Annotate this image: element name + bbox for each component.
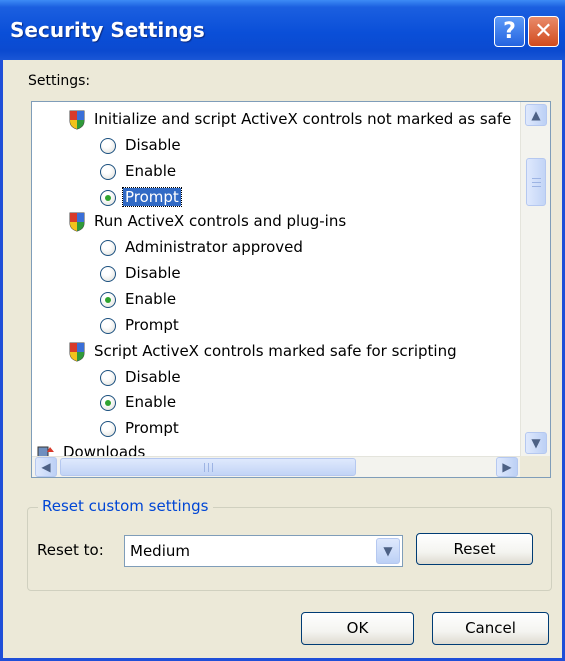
group-label: Script ActiveX controls marked safe for … [94, 342, 457, 360]
option-label-selected: Prompt [122, 187, 182, 207]
settings-list[interactable]: Initialize and script ActiveX controls n… [31, 101, 551, 478]
reset-level-value: Medium [130, 542, 190, 560]
reset-group-title: Reset custom settings [38, 497, 213, 515]
thumb-grip [204, 463, 205, 472]
vertical-scrollbar[interactable]: ▲ ▼ [520, 102, 550, 456]
group-label: Initialize and script ActiveX controls n… [94, 110, 512, 128]
shield-icon [69, 342, 85, 362]
option-label: Prompt [125, 316, 179, 334]
reset-level-dropdown[interactable]: Medium ▼ [124, 535, 403, 567]
scroll-up-button[interactable]: ▲ [525, 104, 547, 126]
group-label: Run ActiveX controls and plug-ins [94, 212, 347, 230]
vertical-scroll-thumb[interactable] [526, 158, 546, 206]
ok-button[interactable]: OK [301, 612, 414, 645]
radio-button[interactable] [100, 164, 116, 180]
option-label: Administrator approved [125, 238, 303, 256]
shield-icon [69, 212, 85, 232]
option-label: Enable [125, 393, 177, 411]
reset-button[interactable]: Reset [416, 533, 533, 565]
group-label: Downloads [63, 443, 146, 456]
thumb-grip [208, 463, 209, 472]
settings-list-content: Initialize and script ActiveX controls n… [32, 102, 520, 456]
reset-to-label: Reset to: [37, 541, 104, 559]
window-title: Security Settings [10, 18, 205, 42]
option-label: Enable [125, 290, 177, 308]
scroll-right-button[interactable]: ▶ [496, 457, 518, 477]
radio-button-checked[interactable] [100, 292, 116, 308]
radio-button[interactable] [100, 421, 116, 437]
scroll-down-button[interactable]: ▼ [525, 432, 547, 454]
settings-label: Settings: [28, 73, 91, 89]
thumb-grip [532, 186, 541, 187]
help-button[interactable]: ? [494, 16, 525, 47]
radio-button[interactable] [100, 370, 116, 386]
option-label: Enable [125, 162, 177, 180]
radio-button[interactable] [100, 318, 116, 334]
option-label: Prompt [125, 419, 179, 437]
option-label: Disable [125, 136, 181, 154]
radio-button[interactable] [100, 138, 116, 154]
option-label: Disable [125, 264, 181, 282]
radio-button-checked[interactable] [100, 395, 116, 411]
scroll-left-button[interactable]: ◀ [35, 457, 57, 477]
radio-button[interactable] [100, 266, 116, 282]
horizontal-scroll-thumb[interactable] [60, 458, 356, 476]
option-label: Disable [125, 368, 181, 386]
downloads-icon [37, 446, 54, 456]
radio-button[interactable] [100, 240, 116, 256]
thumb-grip [532, 178, 541, 179]
scrollbar-corner [520, 456, 550, 477]
thumb-grip [212, 463, 213, 472]
cancel-button[interactable]: Cancel [432, 612, 549, 645]
title-bar[interactable]: Security Settings ? ✕ [0, 0, 565, 60]
close-button[interactable]: ✕ [528, 16, 559, 47]
radio-button-checked[interactable] [100, 190, 116, 206]
chevron-down-icon[interactable]: ▼ [376, 538, 400, 564]
shield-icon [69, 110, 85, 130]
horizontal-scrollbar[interactable]: ◀ ▶ [32, 456, 550, 477]
thumb-grip [532, 182, 541, 183]
